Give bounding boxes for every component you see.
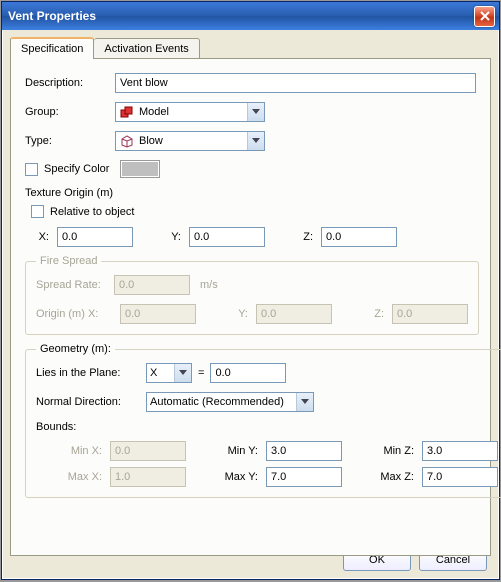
bounds-label: Bounds: (36, 421, 498, 433)
plane-value-input[interactable] (210, 363, 286, 383)
plane-axis-combo[interactable]: X (146, 363, 192, 383)
relative-label: Relative to object (50, 206, 134, 218)
geometry-legend: Geometry (m): (36, 343, 115, 355)
normal-direction-label: Normal Direction: (36, 396, 146, 408)
chevron-down-icon (247, 132, 264, 150)
type-value: Blow (139, 135, 247, 147)
chevron-down-icon (296, 393, 313, 411)
spread-rate-label: Spread Rate: (36, 279, 114, 291)
group-label: Group: (25, 106, 115, 118)
plane-axis-value: X (150, 367, 174, 379)
vent-properties-dialog: Vent Properties Specification Activation… (1, 1, 500, 580)
window-title: Vent Properties (8, 9, 474, 23)
tex-x-input[interactable] (57, 227, 133, 247)
tex-z-input[interactable] (321, 227, 397, 247)
type-combo[interactable]: Blow (115, 131, 265, 151)
lies-plane-label: Lies in the Plane: (36, 367, 146, 379)
normal-direction-combo[interactable]: Automatic (Recommended) (146, 392, 314, 412)
max-z-label: Max Z: (348, 471, 414, 483)
title-bar: Vent Properties (2, 2, 499, 30)
min-z-label: Min Z: (348, 445, 414, 457)
origin-x-input (120, 304, 196, 324)
tex-y-input[interactable] (189, 227, 265, 247)
max-x-input (110, 467, 186, 487)
chevron-down-icon (174, 364, 191, 382)
cube-icon (119, 133, 135, 149)
fire-spread-legend: Fire Spread (36, 255, 101, 267)
geometry-group: Geometry (m): Lies in the Plane: X = Nor… (25, 343, 501, 498)
color-well[interactable] (120, 160, 160, 178)
description-input[interactable] (115, 73, 476, 93)
spread-units: m/s (200, 279, 218, 291)
group-icon (119, 104, 135, 120)
min-y-label: Min Y: (192, 445, 258, 457)
group-combo[interactable]: Model (115, 102, 265, 122)
origin-x-label: Origin (m) X: (36, 308, 114, 320)
min-y-input[interactable] (266, 441, 342, 461)
group-value: Model (139, 106, 247, 118)
tex-x-label: X: (31, 231, 49, 243)
max-x-label: Max X: (36, 471, 102, 483)
tab-panel-specification: Description: Group: Model Type: (10, 58, 491, 556)
type-label: Type: (25, 135, 115, 147)
close-icon (480, 11, 490, 21)
origin-y-label: Y: (230, 308, 248, 320)
min-x-label: Min X: (36, 445, 102, 457)
texture-origin-label: Texture Origin (m) (25, 187, 476, 199)
origin-y-input (256, 304, 332, 324)
tex-z-label: Z: (295, 231, 313, 243)
chevron-down-icon (247, 103, 264, 121)
max-z-input[interactable] (422, 467, 498, 487)
origin-z-label: Z: (366, 308, 384, 320)
relative-checkbox[interactable] (31, 205, 44, 218)
close-button[interactable] (474, 6, 495, 27)
specify-color-label: Specify Color (44, 163, 120, 175)
tex-y-label: Y: (163, 231, 181, 243)
equals-label: = (192, 367, 210, 379)
tab-specification[interactable]: Specification (10, 37, 94, 59)
tab-activation-events[interactable]: Activation Events (94, 38, 199, 58)
max-y-label: Max Y: (192, 471, 258, 483)
origin-z-input (392, 304, 468, 324)
min-x-input (110, 441, 186, 461)
min-z-input[interactable] (422, 441, 498, 461)
fire-spread-group: Fire Spread Spread Rate: m/s Origin (m) … (25, 255, 479, 335)
dialog-body: Specification Activation Events Descript… (2, 30, 499, 579)
normal-direction-value: Automatic (Recommended) (150, 396, 296, 408)
max-y-input[interactable] (266, 467, 342, 487)
description-label: Description: (25, 77, 115, 89)
tab-strip: Specification Activation Events (10, 36, 491, 58)
specify-color-checkbox[interactable] (25, 163, 38, 176)
spread-rate-input (114, 275, 190, 295)
